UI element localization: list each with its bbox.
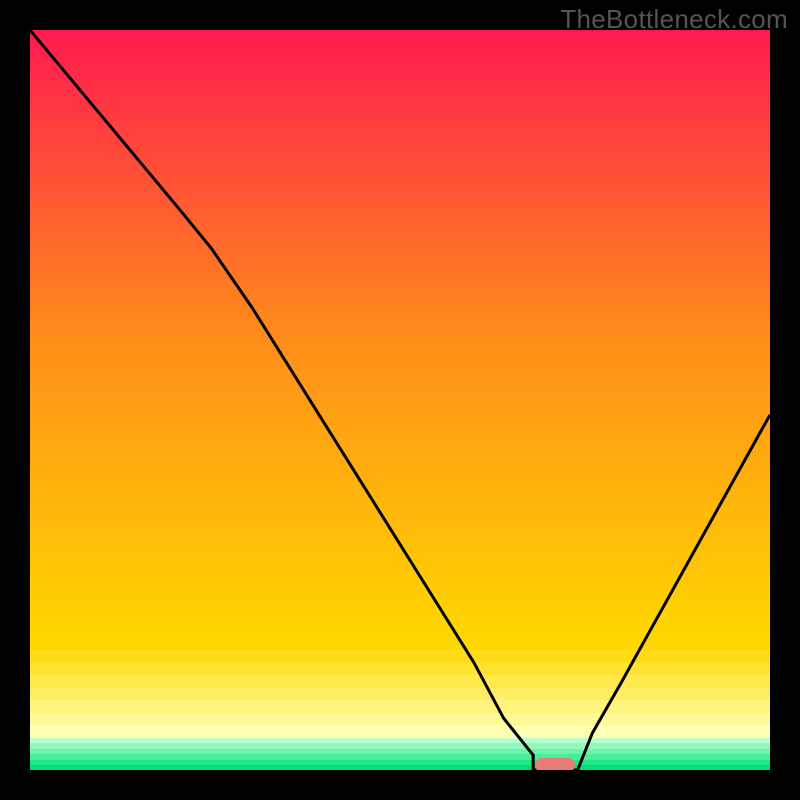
bottleneck-curve: [30, 30, 770, 770]
curve-path: [30, 30, 770, 770]
optimal-marker: [535, 758, 575, 770]
watermark-text: TheBottleneck.com: [560, 4, 788, 35]
plot-area: [30, 30, 770, 770]
chart-frame: TheBottleneck.com: [0, 0, 800, 800]
